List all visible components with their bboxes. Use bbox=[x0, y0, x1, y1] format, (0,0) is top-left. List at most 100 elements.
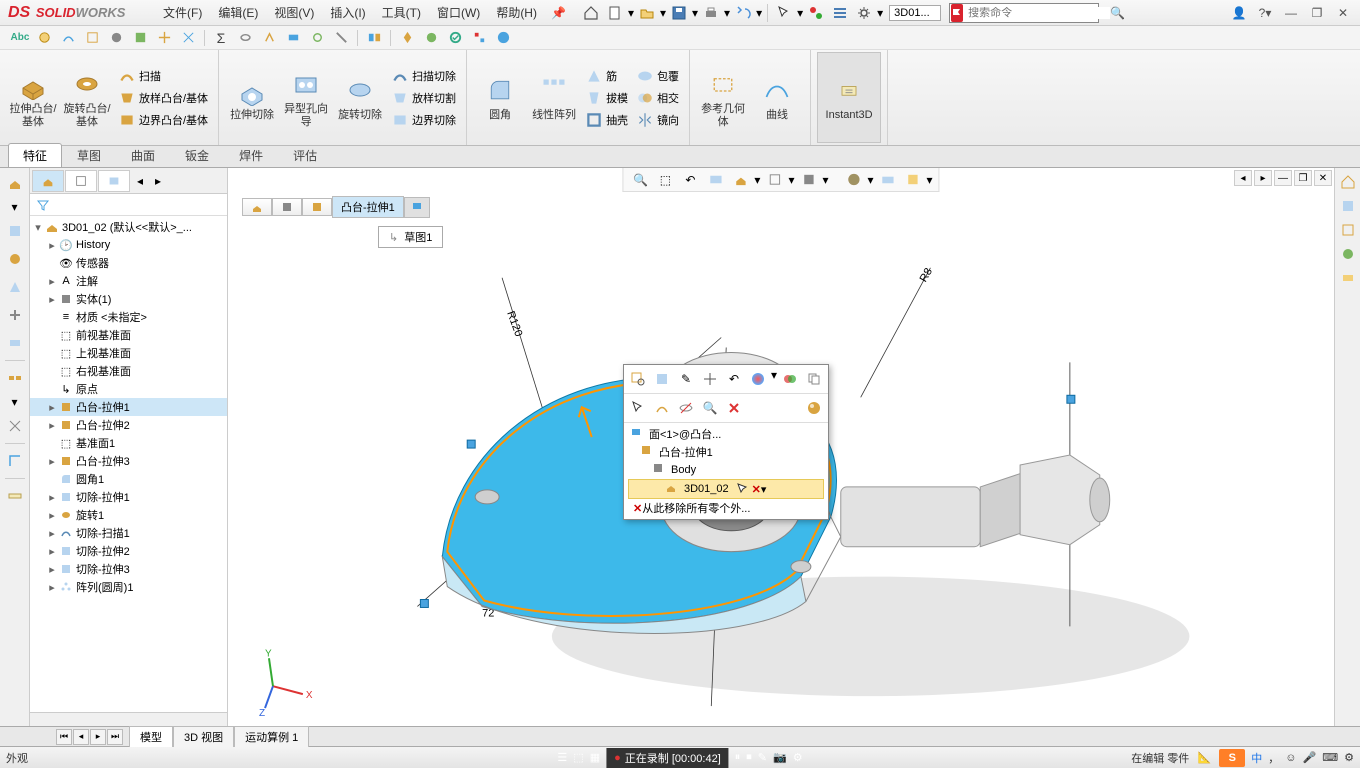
vp-win-next[interactable]: ▸ bbox=[1254, 170, 1272, 186]
ctx-dropdown-caret[interactable]: ▾ bbox=[761, 483, 767, 496]
ribbon-revolve-boss[interactable]: 旋转凸台/基体 bbox=[60, 52, 114, 143]
bt-last[interactable]: ⏭ bbox=[107, 729, 123, 745]
ribbon-shell[interactable]: 抽壳 bbox=[581, 110, 632, 130]
ribbon-boundary[interactable]: 边界凸台/基体 bbox=[114, 110, 212, 130]
tree-revolve1[interactable]: ▸旋转1 bbox=[30, 506, 227, 524]
vp-hide-icon[interactable] bbox=[797, 170, 819, 190]
tab-sheetmetal[interactable]: 钣金 bbox=[170, 143, 224, 167]
sb-custom-icon[interactable]: 📐 bbox=[1195, 749, 1213, 767]
vp-zoom-icon[interactable]: 🔍 bbox=[629, 170, 651, 190]
ribbon-instant3d[interactable]: Instant3D bbox=[817, 52, 881, 143]
tab-sketch[interactable]: 草图 bbox=[62, 143, 116, 167]
sb-icon-1[interactable]: ☰ bbox=[557, 751, 567, 764]
undo-icon[interactable] bbox=[732, 2, 754, 24]
ctx-normal-icon[interactable] bbox=[651, 368, 673, 390]
ime-emoji[interactable]: ☺ bbox=[1285, 752, 1296, 764]
tree-extrude2[interactable]: ▸凸台-拉伸2 bbox=[30, 416, 227, 434]
viewport[interactable]: 🔍 ⬚ ↶ ▾ ▾ ▾ ▾ ▾ ◂ ▸ — ❐ ✕ 凸台-拉伸1 ↳草图 bbox=[228, 168, 1334, 726]
ctx-zoom-sel-icon[interactable] bbox=[627, 368, 649, 390]
lt-icon-5[interactable] bbox=[4, 304, 26, 326]
bt-next[interactable]: ▸ bbox=[90, 729, 106, 745]
qb-icon-20[interactable] bbox=[493, 28, 513, 48]
tree-topplane[interactable]: ⬚上视基准面 bbox=[30, 344, 227, 362]
vp-win-close[interactable]: ✕ bbox=[1314, 170, 1332, 186]
tree-cutsweep1[interactable]: ▸切除-扫描1 bbox=[30, 524, 227, 542]
vp-render-icon[interactable] bbox=[902, 170, 924, 190]
qb-icon-18[interactable] bbox=[445, 28, 465, 48]
new-icon[interactable] bbox=[604, 2, 626, 24]
restore-icon[interactable]: ❐ bbox=[1306, 3, 1328, 23]
sb-icon-2[interactable]: ⬚ bbox=[573, 751, 583, 764]
btab-3dview[interactable]: 3D 视图 bbox=[173, 726, 234, 747]
ime-mic[interactable]: 🎤 bbox=[1303, 751, 1317, 764]
options-list-icon[interactable] bbox=[829, 2, 851, 24]
tree-sensors[interactable]: 👁传感器 bbox=[30, 254, 227, 272]
tree-extrude1[interactable]: ▸凸台-拉伸1 bbox=[30, 398, 227, 416]
tree-rightplane[interactable]: ⬚右视基准面 bbox=[30, 362, 227, 380]
ribbon-cut-boundary[interactable]: 边界切除 bbox=[387, 110, 460, 130]
tree-filter[interactable] bbox=[30, 194, 227, 216]
help-icon[interactable]: ?▾ bbox=[1254, 3, 1276, 23]
tree-tab-left[interactable]: ◂ bbox=[131, 174, 149, 188]
lt-icon-3[interactable] bbox=[4, 248, 26, 270]
ribbon-cut-sweep[interactable]: 扫描切除 bbox=[387, 66, 460, 86]
sb-gear-icon[interactable]: ⚙ bbox=[793, 751, 803, 764]
ime-indicator[interactable]: S bbox=[1219, 749, 1245, 767]
qb-icon-14[interactable] bbox=[331, 28, 351, 48]
vp-appearance-icon[interactable] bbox=[843, 170, 865, 190]
ribbon-cut-extrude[interactable]: 拉伸切除 bbox=[225, 52, 279, 143]
vp-display-icon[interactable] bbox=[763, 170, 785, 190]
ctx-copy-icon[interactable] bbox=[803, 368, 825, 390]
sb-cam-icon[interactable]: 📷 bbox=[773, 751, 787, 764]
ctx-part-item[interactable]: 3D01_02✕▾ bbox=[628, 479, 824, 499]
ctx-delete-icon[interactable] bbox=[723, 397, 745, 419]
lt-ruler-icon[interactable] bbox=[4, 485, 26, 507]
tab-feature[interactable]: 特征 bbox=[8, 143, 62, 167]
ctx-face-item[interactable]: 面<1>@凸台... bbox=[628, 425, 824, 443]
rebuild-icon[interactable] bbox=[805, 2, 827, 24]
ctx-extrude-item[interactable]: 凸台-拉伸1 bbox=[628, 443, 824, 461]
sb-stop-icon[interactable]: ⏹ bbox=[746, 751, 752, 764]
qb-icon-17[interactable] bbox=[421, 28, 441, 48]
close-icon[interactable]: ✕ bbox=[1332, 3, 1354, 23]
tab-eval[interactable]: 评估 bbox=[278, 143, 332, 167]
home-icon[interactable] bbox=[580, 2, 602, 24]
menu-view[interactable]: 视图(V) bbox=[266, 4, 322, 21]
sb-icon-3[interactable]: ▦ bbox=[590, 751, 600, 764]
sb-pause-icon[interactable]: ⏸ bbox=[735, 751, 741, 764]
ribbon-draft[interactable]: 拔模 bbox=[581, 88, 632, 108]
ribbon-loft[interactable]: 放样凸台/基体 bbox=[114, 88, 212, 108]
ribbon-curves[interactable]: 曲线 bbox=[750, 52, 804, 143]
minimize-icon[interactable]: — bbox=[1280, 3, 1302, 23]
ime-punct[interactable]: ， bbox=[1268, 750, 1279, 766]
vp-section-icon[interactable] bbox=[704, 170, 726, 190]
qb-icon-10[interactable] bbox=[235, 28, 255, 48]
tree-history[interactable]: ▸🕑History bbox=[30, 236, 227, 254]
ribbon-rib[interactable]: 筋 bbox=[581, 66, 632, 86]
ctx-color-icon[interactable] bbox=[779, 368, 801, 390]
qb-icon-2[interactable] bbox=[34, 28, 54, 48]
rt-home-icon[interactable] bbox=[1338, 172, 1358, 192]
search-magnify-icon[interactable]: 🔍 bbox=[1110, 6, 1125, 20]
qb-icon-7[interactable] bbox=[154, 28, 174, 48]
settings-gear-icon[interactable] bbox=[853, 2, 875, 24]
bt-first[interactable]: ⏮ bbox=[56, 729, 72, 745]
ribbon-hole-wizard[interactable]: 异型孔向导 bbox=[279, 52, 333, 143]
tree-extrude3[interactable]: ▸凸台-拉伸3 bbox=[30, 452, 227, 470]
tree-plane1[interactable]: ⬚基准面1 bbox=[30, 434, 227, 452]
tree-tab-display[interactable] bbox=[98, 170, 130, 192]
open-icon[interactable] bbox=[636, 2, 658, 24]
tree-frontplane[interactable]: ⬚前视基准面 bbox=[30, 326, 227, 344]
ime-kb[interactable]: ⌨ bbox=[1322, 751, 1338, 764]
lt-icon-4[interactable] bbox=[4, 276, 26, 298]
qb-abc-icon[interactable]: Abc bbox=[10, 28, 30, 48]
qb-icon-11[interactable] bbox=[259, 28, 279, 48]
ime-settings[interactable]: ⚙ bbox=[1344, 751, 1354, 764]
qb-icon-4[interactable] bbox=[82, 28, 102, 48]
ribbon-mirror[interactable]: 镜向 bbox=[632, 110, 683, 130]
rt-icon-5[interactable] bbox=[1338, 268, 1358, 288]
tree-fillet1[interactable]: 圆角1 bbox=[30, 470, 227, 488]
ctx-zoom-icon[interactable]: 🔍 bbox=[699, 397, 721, 419]
tree-cutextrude3[interactable]: ▸切除-拉伸3 bbox=[30, 560, 227, 578]
lt-icon-9[interactable] bbox=[4, 450, 26, 472]
